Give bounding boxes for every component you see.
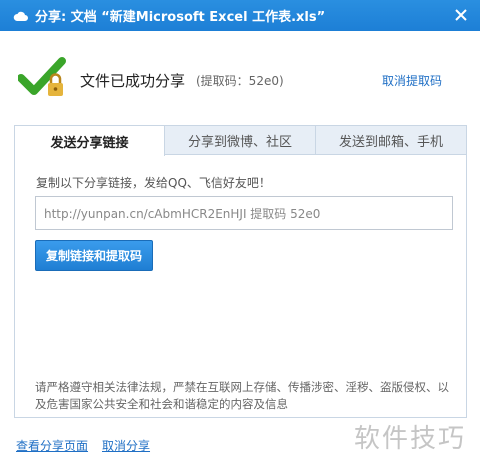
copy-link-button[interactable]: 复制链接和提取码 [35,240,153,271]
close-icon[interactable] [452,6,470,24]
cancel-code-link[interactable]: 取消提取码 [382,72,442,89]
share-hint: 复制以下分享链接，发给QQ、飞信好友吧！ [36,176,271,190]
tab-weibo-community[interactable]: 分享到微博、社区 [165,126,316,155]
share-tabs: 发送分享链接 分享到微博、社区 发送到邮箱、手机 [15,126,466,156]
legal-notice: 请严格遵守相关法律法规，严禁在互联网上存储、传播涉密、淫秽、盗版侵权、以及危害国… [35,380,449,411]
tab-send-link[interactable]: 发送分享链接 [15,126,165,156]
share-link-field[interactable]: http://yunpan.cn/cAbmHCR2EnHJI 提取码 52e0 [35,196,453,230]
cloud-icon [13,8,29,24]
share-panel: 发送分享链接 分享到微博、社区 发送到邮箱、手机 复制以下分享链接，发给QQ、飞… [14,125,467,418]
success-banner: 文件已成功分享 (提取码：52e0) 取消提取码 [17,56,458,104]
view-share-page-link[interactable]: 查看分享页面 [16,437,88,454]
success-message: 文件已成功分享 [80,72,186,90]
extract-code: (提取码：52e0) [196,74,284,88]
window-title: 分享: 文档 “新建Microsoft Excel 工作表.xls” [35,10,326,25]
watermark: 软件技巧 [353,424,466,454]
title-bar: 分享: 文档 “新建Microsoft Excel 工作表.xls” [0,0,480,31]
check-lock-icon [17,56,68,102]
tab-email-phone[interactable]: 发送到邮箱、手机 [316,126,466,155]
cancel-share-link[interactable]: 取消分享 [102,437,150,454]
